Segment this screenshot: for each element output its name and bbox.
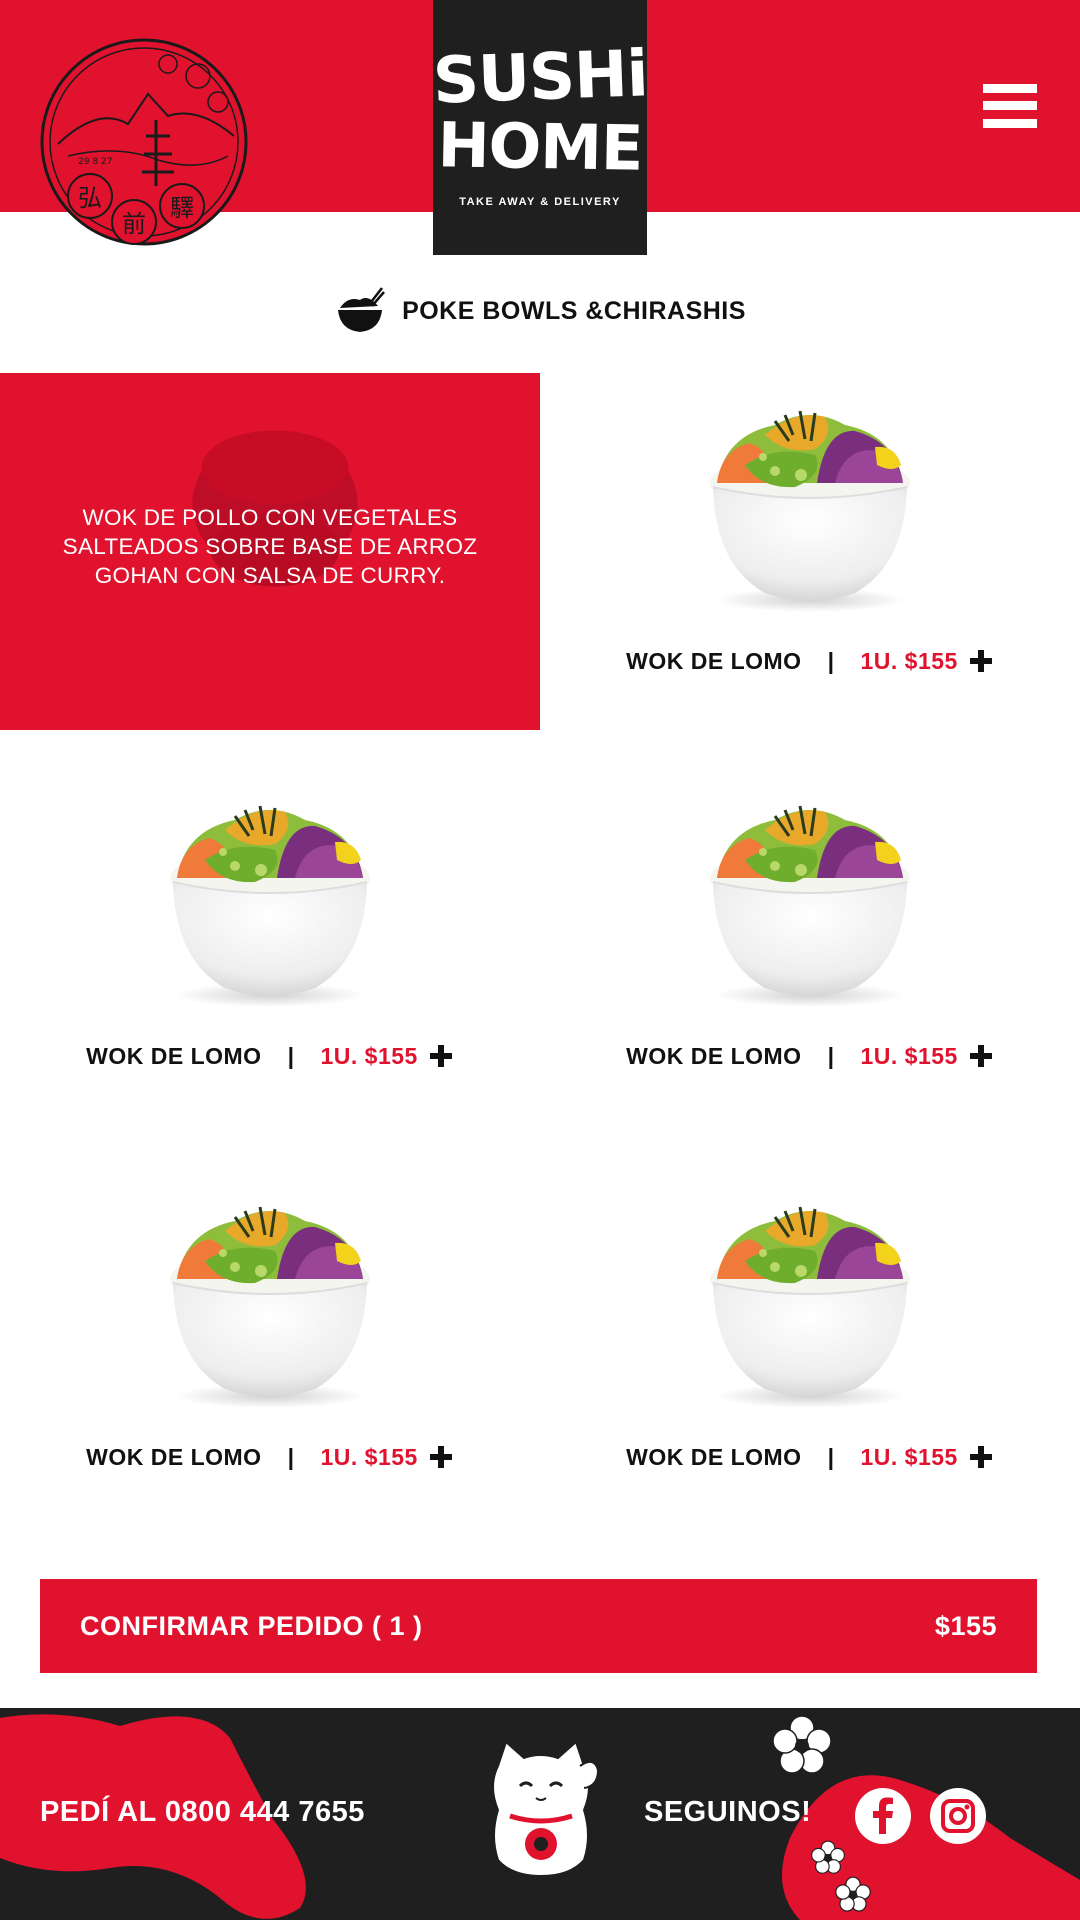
- order-phone[interactable]: PEDÍ AL 0800 444 7655: [40, 1796, 365, 1829]
- add-to-cart-icon[interactable]: [969, 1445, 994, 1469]
- stamp-char: 前: [122, 210, 146, 238]
- category-heading: POKE BOWLS &CHIRASHIS: [0, 286, 1080, 336]
- product-name: WOK DE LOMO: [626, 1042, 802, 1069]
- product-info: WOK DE LOMO | 1U. $155: [0, 1040, 540, 1072]
- product-card[interactable]: WOK DE LOMO | 1U. $155: [0, 1169, 540, 1569]
- product-image: [708, 409, 912, 613]
- sakura-flower-icon: [772, 1715, 832, 1774]
- separator: |: [827, 647, 835, 674]
- instagram-icon[interactable]: [930, 1788, 986, 1844]
- stamp-date: 29 8 27: [78, 157, 112, 167]
- stamp-char: 弘: [78, 184, 102, 212]
- vintage-stamp-logo: 29 8 27 弘 前 驛: [40, 38, 248, 246]
- stamp-char: 驛: [170, 194, 194, 222]
- sakura-flower-icon: [811, 1840, 845, 1874]
- product-image: [708, 1205, 912, 1409]
- confirm-order-label: CONFIRMAR PEDIDO ( 1 ): [80, 1610, 423, 1641]
- product-price: 1U. $155: [320, 1443, 418, 1470]
- product-info: WOK DE LOMO | 1U. $155: [540, 1441, 1080, 1473]
- product-price: 1U. $155: [860, 1443, 958, 1470]
- category-label: POKE BOWLS &CHIRASHIS: [402, 296, 746, 325]
- separator: |: [287, 1443, 295, 1470]
- product-card-featured[interactable]: WOK DE POLLO CON VEGETALES SALTEADOS SOB…: [0, 373, 540, 730]
- lucky-cat-icon: [492, 1740, 600, 1876]
- product-name: WOK DE LOMO: [626, 1443, 802, 1470]
- separator: |: [827, 1042, 835, 1069]
- product-card[interactable]: WOK DE LOMO | 1U. $155: [540, 768, 1080, 1168]
- footer: PEDÍ AL 0800 444 7655 SEGUINOS!: [0, 1708, 1080, 1920]
- facebook-icon[interactable]: [855, 1788, 911, 1844]
- brand-logo[interactable]: SUSHi HOME TAKE AWAY & DELIVERY: [431, 0, 649, 255]
- product-description: WOK DE POLLO CON VEGETALES SALTEADOS SOB…: [62, 505, 478, 588]
- order-total: $155: [934, 1610, 997, 1641]
- add-to-cart-icon[interactable]: [429, 1044, 454, 1068]
- follow-us-label: SEGUINOS!: [644, 1796, 812, 1828]
- brand-tagline: TAKE AWAY & DELIVERY: [459, 196, 621, 208]
- product-image: [708, 804, 912, 1008]
- separator: |: [287, 1042, 295, 1069]
- separator: |: [827, 1443, 835, 1470]
- product-image: [168, 804, 372, 1008]
- product-image: [168, 1205, 372, 1409]
- hamburger-menu-icon[interactable]: [983, 84, 1037, 128]
- product-card[interactable]: WOK DE LOMO | 1U. $155: [0, 768, 540, 1168]
- brand-name-line1: SUSHi: [431, 37, 649, 119]
- product-price: 1U. $155: [320, 1042, 418, 1069]
- product-info: WOK DE LOMO | 1U. $155: [540, 1040, 1080, 1072]
- brand-name-line2: HOME: [437, 108, 643, 185]
- product-price: 1U. $155: [860, 647, 958, 674]
- product-name: WOK DE LOMO: [86, 1042, 262, 1069]
- add-to-cart-icon[interactable]: [429, 1445, 454, 1469]
- product-card[interactable]: WOK DE LOMO | 1U. $155: [540, 373, 1080, 773]
- product-name: WOK DE LOMO: [626, 647, 802, 674]
- sakura-flower-icon: [835, 1876, 871, 1912]
- add-to-cart-icon[interactable]: [969, 1044, 994, 1068]
- rice-bowl-chopsticks-icon: [338, 287, 386, 332]
- product-name: WOK DE LOMO: [86, 1443, 262, 1470]
- product-card[interactable]: WOK DE LOMO | 1U. $155: [540, 1169, 1080, 1569]
- confirm-order-button[interactable]: CONFIRMAR PEDIDO ( 1 ) $155: [40, 1579, 1037, 1673]
- product-info: WOK DE LOMO | 1U. $155: [0, 1441, 540, 1473]
- product-price: 1U. $155: [860, 1042, 958, 1069]
- product-info: WOK DE LOMO | 1U. $155: [540, 645, 1080, 677]
- add-to-cart-icon[interactable]: [969, 649, 994, 673]
